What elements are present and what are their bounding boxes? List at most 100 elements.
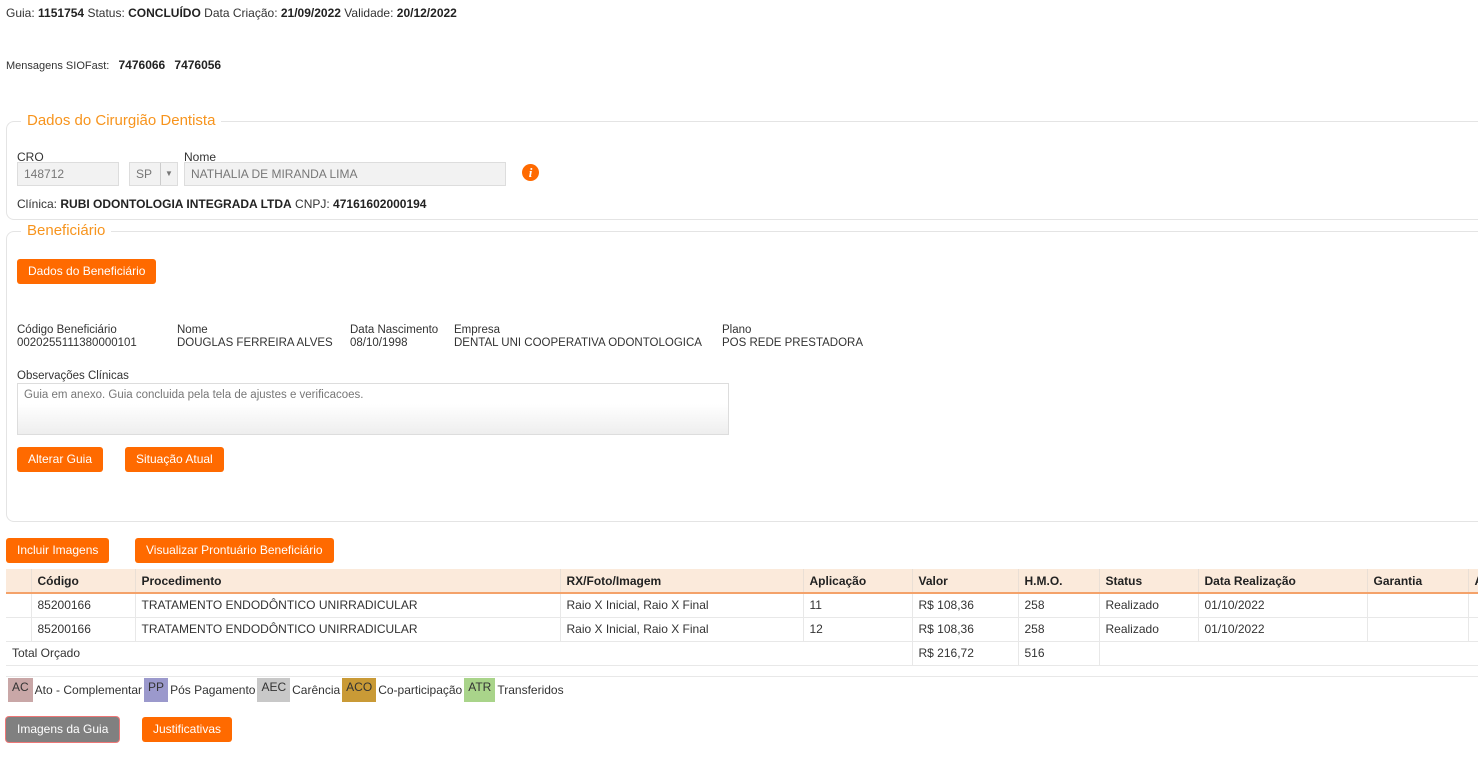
- obs-label: Observações Clínicas: [17, 370, 129, 382]
- legend-code: ATR: [464, 678, 496, 702]
- table-cell: R$ 108,36: [911, 593, 1018, 618]
- dentista-legend: Dados do Cirurgião Dentista: [21, 112, 222, 129]
- table-cell: 258: [1017, 617, 1099, 642]
- table-cell: 258: [1017, 593, 1099, 618]
- column-header: Garantia: [1366, 569, 1468, 594]
- table-cell: Raio X Inicial, Raio X Final: [559, 593, 803, 618]
- column-header: [6, 569, 31, 594]
- table-cell: Realizado: [1098, 593, 1198, 618]
- table-row[interactable]: 85200166 TRATAMENTO ENDODÔNTICO UNIRRADIC…: [6, 593, 1478, 618]
- field-value: 08/10/1998: [350, 337, 408, 349]
- guia-number: 1151754: [38, 6, 85, 20]
- total-label: Total Orçado: [6, 641, 912, 666]
- column-header: H.M.O.: [1017, 569, 1099, 594]
- column-header: Valor: [911, 569, 1018, 594]
- criacao-value: 21/09/2022: [280, 6, 341, 20]
- criacao-label: Data Criação:: [204, 6, 278, 20]
- table-cell: 85200166: [30, 617, 135, 642]
- table-cell: TRATAMENTO ENDODÔNTICO UNIRRADICULAR: [134, 593, 560, 618]
- beneficiario-field: Plano POS REDE PRESTADORA: [722, 324, 863, 350]
- beneficiario-field: Nome DOUGLAS FERREIRA ALVES: [177, 324, 333, 350]
- table-cell: 85200166: [30, 593, 135, 618]
- table-cell: TRATAMENTO ENDODÔNTICO UNIRRADICULAR: [134, 617, 560, 642]
- table-cell: Realizado: [1098, 617, 1198, 642]
- table-header-row: Código Procedimento RX/Foto/Imagem Aplicaçã…: [6, 569, 1478, 594]
- total-hmo: 516: [1017, 641, 1099, 666]
- table-cell: 12: [802, 617, 912, 642]
- cnpj-label: CNPJ:: [295, 197, 330, 211]
- status-legend: AC Ato - Complementar PP Pós Pagamento AEC Ca…: [8, 678, 566, 702]
- table-cell: Raio X Inicial, Raio X Final: [559, 617, 803, 642]
- column-header: RX/Foto/Imagem: [559, 569, 803, 594]
- info-icon[interactable]: i: [522, 164, 539, 181]
- status-label: Status:: [87, 6, 125, 20]
- situacao-atual-button[interactable]: Situação Atual: [125, 447, 224, 472]
- table-cell: [1366, 593, 1468, 618]
- table-cell: [1098, 641, 1478, 666]
- siofast-label: Mensagens SIOFast:: [6, 60, 110, 72]
- legend-label: Carência: [292, 683, 341, 697]
- uf-select[interactable]: SP ▼: [129, 162, 178, 186]
- uf-value: SP: [136, 167, 153, 181]
- beneficiario-field: Código Beneficiário 0020255111380000101: [17, 324, 137, 350]
- dados-beneficiario-button[interactable]: Dados do Beneficiário: [17, 259, 157, 284]
- validade-value: 20/12/2022: [396, 6, 457, 20]
- legend-code: AEC: [257, 678, 291, 702]
- table-cell: 01/10/2022: [1197, 593, 1367, 618]
- legend-label: Ato - Complementar: [34, 683, 143, 697]
- legend-code: ACO: [342, 678, 377, 702]
- field-value: DOUGLAS FERREIRA ALVES: [177, 337, 333, 349]
- obs-textarea[interactable]: Guia em anexo. Guia concluida pela tela …: [17, 383, 729, 435]
- guia-summary: Guia: 1151754 Status: CONCLUÍDO Data Cri…: [6, 6, 457, 20]
- procedures-table: Código Procedimento RX/Foto/Imagem Aplicaçã…: [6, 569, 1478, 677]
- clinica-info: Clínica: RUBI ODONTOLOGIA INTEGRADA LTDA…: [17, 197, 426, 211]
- field-value: POS REDE PRESTADORA: [722, 337, 864, 349]
- table-cell: [1366, 617, 1468, 642]
- legend-label: Transferidos: [497, 683, 564, 697]
- guia-label: Guia:: [6, 6, 35, 20]
- dentista-nome-field[interactable]: NATHALIA DE MIRANDA LIMA: [184, 162, 506, 186]
- siofast-message: 7476056: [174, 58, 222, 72]
- validade-label: Validade:: [344, 6, 394, 20]
- legend-code: PP: [144, 678, 169, 702]
- empty-row: [6, 665, 1478, 677]
- status-value: CONCLUÍDO: [128, 6, 201, 20]
- field-label: Empresa: [454, 324, 501, 336]
- column-header: Data Realização: [1197, 569, 1367, 594]
- table-row[interactable]: 85200166 TRATAMENTO ENDODÔNTICO UNIRRADIC…: [6, 617, 1478, 642]
- clinica-label: Clínica:: [17, 197, 58, 211]
- beneficiario-legend: Beneficiário: [21, 222, 112, 239]
- column-header: Procedimento: [134, 569, 560, 594]
- field-label: Código Beneficiário: [17, 324, 117, 336]
- table-cell: [1467, 593, 1478, 618]
- table-cell: [6, 665, 1478, 677]
- table-cell: [6, 593, 31, 618]
- cnpj-value: 47161602000194: [333, 197, 427, 211]
- total-row: Total Orçado R$ 216,72 516: [6, 641, 1478, 666]
- beneficiario-section: [6, 231, 1478, 522]
- incluir-imagens-button[interactable]: Incluir Imagens: [6, 538, 110, 563]
- field-label: Data Nascimento: [350, 324, 439, 336]
- table-cell: R$ 108,36: [911, 617, 1018, 642]
- column-header: Status: [1098, 569, 1198, 594]
- legend-code: AC: [8, 678, 33, 702]
- clinica-value: RUBI ODONTOLOGIA INTEGRADA LTDA: [60, 197, 292, 211]
- alterar-guia-button[interactable]: Alterar Guia: [17, 447, 104, 472]
- table-cell: [6, 617, 31, 642]
- field-value: 0020255111380000101: [17, 337, 137, 349]
- justificativas-button[interactable]: Justificativas: [142, 717, 233, 742]
- imagens-da-guia-button[interactable]: Imagens da Guia: [6, 717, 120, 742]
- legend-label: Pós Pagamento: [170, 683, 256, 697]
- siofast-messages: Mensagens SIOFast: 7476066 7476056: [6, 58, 221, 72]
- table-cell: 01/10/2022: [1197, 617, 1367, 642]
- field-label: Nome: [177, 324, 208, 336]
- cro-field[interactable]: 148712: [17, 162, 119, 186]
- column-header: A: [1467, 569, 1478, 594]
- field-label: Plano: [722, 324, 752, 336]
- beneficiario-field: Empresa DENTAL UNI COOPERATIVA ODONTOLOGI…: [454, 324, 702, 350]
- chevron-down-icon[interactable]: ▼: [160, 163, 177, 185]
- visualizar-prontuario-button[interactable]: Visualizar Prontuário Beneficiário: [135, 538, 334, 563]
- table-cell: [1467, 617, 1478, 642]
- column-header: Aplicação: [802, 569, 912, 594]
- field-value: DENTAL UNI COOPERATIVA ODONTOLOGICA: [454, 337, 702, 349]
